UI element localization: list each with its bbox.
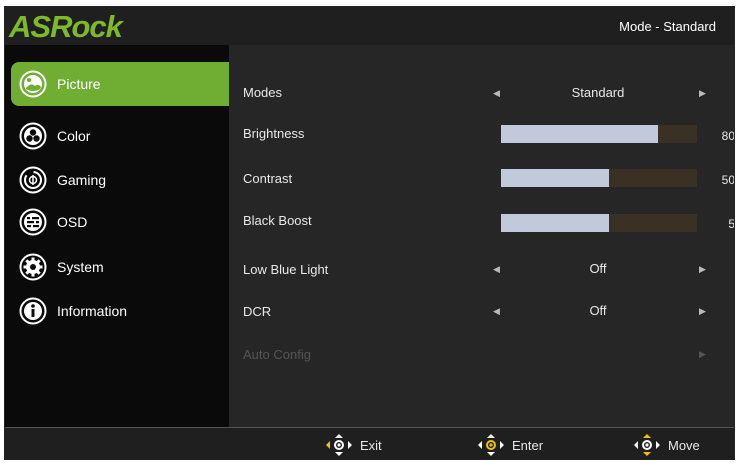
low-blue-light-left-arrow[interactable]: ◀ — [493, 264, 500, 275]
system-icon — [19, 253, 47, 281]
brightness-value: 80 — [721, 129, 735, 143]
sidebar-item-gaming[interactable]: Gaming — [11, 158, 241, 202]
footer-enter: Enter — [478, 434, 543, 456]
dcr-left-arrow[interactable]: ◀ — [493, 306, 500, 317]
settings-panel: Modes ◀ Standard ▶ Brightness 80 Contras… — [229, 45, 734, 427]
osd-icon — [19, 208, 47, 236]
low-blue-light-right-arrow[interactable]: ▶ — [699, 264, 706, 275]
sidebar-item-information[interactable]: Information — [11, 289, 241, 333]
auto-config-label: Auto Config — [243, 347, 311, 362]
sidebar-item-label: Color — [57, 128, 91, 144]
color-icon — [19, 122, 47, 150]
joystick-exit-icon — [326, 434, 352, 456]
modes-left-arrow[interactable]: ◀ — [493, 88, 500, 99]
osd-footer: Exit Enter Move — [5, 427, 734, 459]
modes-value[interactable]: Standard — [548, 85, 648, 100]
brightness-slider[interactable] — [501, 125, 697, 143]
footer-enter-label: Enter — [512, 437, 544, 453]
modes-label: Modes — [243, 85, 283, 100]
joystick-enter-icon — [478, 434, 504, 456]
brightness-slider-fill — [501, 125, 658, 143]
footer-exit-label: Exit — [360, 437, 382, 453]
mode-title: Mode - Standard — [619, 19, 716, 34]
modes-right-arrow[interactable]: ▶ — [699, 88, 706, 99]
contrast-slider-fill — [501, 169, 609, 187]
low-blue-light-value[interactable]: Off — [548, 261, 648, 276]
asrock-logo: ASRock — [9, 9, 123, 44]
contrast-label: Contrast — [243, 171, 293, 186]
sidebar-item-label: OSD — [57, 214, 88, 230]
footer-move-label: Move — [668, 437, 700, 453]
auto-config-right-arrow: ▶ — [699, 349, 706, 359]
black-boost-slider[interactable] — [501, 214, 697, 232]
footer-exit: Exit — [326, 434, 382, 456]
joystick-move-icon — [634, 434, 660, 456]
black-boost-label: Black Boost — [243, 213, 312, 228]
dcr-label: DCR — [243, 304, 272, 319]
sidebar: Picture Color Gaming OSD System Informat… — [5, 45, 241, 427]
contrast-slider[interactable] — [501, 169, 697, 187]
contrast-value: 50 — [721, 173, 735, 187]
dcr-right-arrow[interactable]: ▶ — [699, 306, 706, 317]
gaming-icon — [19, 166, 47, 194]
sidebar-item-color[interactable]: Color — [11, 114, 241, 158]
dcr-value[interactable]: Off — [548, 303, 648, 318]
black-boost-slider-fill — [501, 214, 609, 232]
sidebar-item-picture[interactable]: Picture — [11, 62, 241, 106]
osd-header: ASRock Mode - Standard — [5, 7, 734, 45]
information-icon — [19, 297, 47, 325]
sidebar-item-label: Gaming — [57, 172, 107, 188]
sidebar-item-osd[interactable]: OSD — [11, 200, 241, 244]
sidebar-item-system[interactable]: System — [11, 245, 241, 289]
black-boost-value: 5 — [728, 217, 735, 231]
monitor-osd: ASRock Mode - Standard Picture Color Gam… — [4, 6, 735, 460]
sidebar-item-label: Information — [57, 303, 128, 319]
low-blue-light-label: Low Blue Light — [243, 262, 329, 277]
brightness-label: Brightness — [243, 126, 305, 141]
picture-icon — [19, 70, 47, 98]
sidebar-item-label: System — [57, 259, 104, 275]
sidebar-item-label: Picture — [57, 76, 101, 92]
footer-move: Move — [634, 434, 700, 456]
